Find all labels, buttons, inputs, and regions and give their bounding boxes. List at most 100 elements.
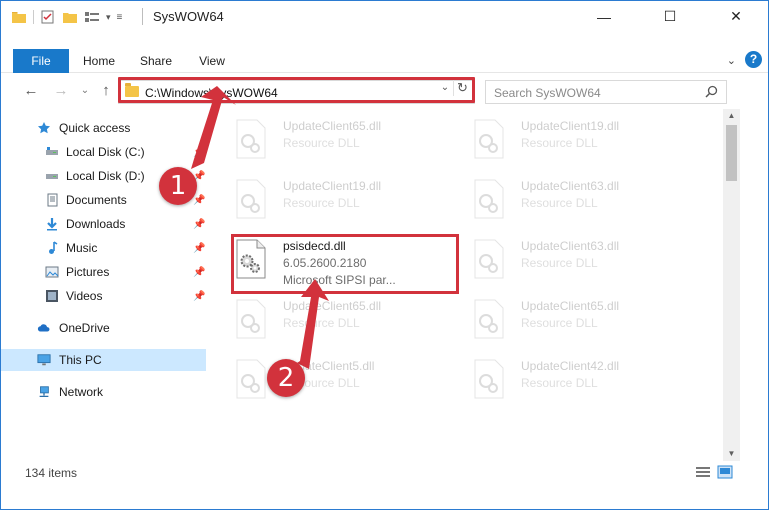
search-box[interactable]: Search SysWOW64 xyxy=(485,80,727,104)
file-name: UpdateClient63.dll xyxy=(521,179,620,193)
computer-icon xyxy=(37,354,51,366)
star-icon xyxy=(38,122,50,134)
sidebar-item-music[interactable]: Music 📌 xyxy=(1,237,206,259)
recent-locations-button[interactable]: ⌄ xyxy=(75,81,95,101)
sidebar-item-label: Local Disk (D:) xyxy=(66,169,145,183)
explorer-window: ▾ ≡ SysWOW64 — ☐ ✕ File Home Share View … xyxy=(0,0,769,510)
back-button[interactable]: ← xyxy=(21,81,41,101)
sidebar-item-quick-access[interactable]: Quick access xyxy=(1,117,206,139)
forward-button[interactable]: → xyxy=(51,81,71,101)
file-name: UpdateClient65.dll xyxy=(283,299,382,313)
sidebar-item-pictures[interactable]: Pictures 📌 xyxy=(1,261,206,283)
sidebar-item-videos[interactable]: Videos 📌 xyxy=(1,285,206,307)
address-path[interactable]: C:\Windows\SysWOW64 xyxy=(145,86,278,100)
file-type: Resource DLL xyxy=(521,196,598,210)
sidebar-item-label: This PC xyxy=(59,353,102,367)
pin-icon[interactable]: 📌 xyxy=(193,195,205,206)
qa-dropdown-icon[interactable]: ≡ xyxy=(117,12,123,23)
status-bar: 134 items xyxy=(1,461,768,485)
details-view-icon[interactable] xyxy=(695,465,711,479)
new-folder-icon[interactable] xyxy=(62,9,78,25)
dll-file-icon xyxy=(236,359,266,399)
window-title: SysWOW64 xyxy=(153,9,224,24)
file-tile[interactable]: UpdateClient42.dll Resource DLL xyxy=(451,351,681,409)
pin-icon[interactable]: 📌 xyxy=(193,291,205,302)
sidebar-item-label: Network xyxy=(59,385,104,399)
help-button[interactable]: ? xyxy=(745,51,762,68)
sidebar-item-this-pc[interactable]: This PC xyxy=(1,349,206,371)
sidebar-item-label: Documents xyxy=(66,193,127,207)
sidebar-item-label: Pictures xyxy=(66,265,110,279)
file-description: Microsoft SIPSI par... xyxy=(283,273,396,287)
file-tile[interactable]: UpdateClient65.dll Resource DLL xyxy=(213,111,443,169)
properties-icon[interactable] xyxy=(40,9,56,25)
sidebar-item-label: Downloads xyxy=(66,217,126,231)
refresh-icon[interactable]: ↻ xyxy=(453,80,471,96)
sidebar-item-downloads[interactable]: Downloads 📌 xyxy=(1,213,206,235)
pin-icon[interactable]: 📌 xyxy=(193,219,205,230)
file-tile[interactable]: UpdateClient5.dll Resource DLL xyxy=(213,351,443,409)
file-type: Resource DLL xyxy=(521,376,598,390)
file-tile[interactable]: UpdateClient65.dll Resource DLL xyxy=(213,291,443,349)
drive-icon xyxy=(46,147,58,155)
file-name: UpdateClient19.dll xyxy=(521,119,620,133)
tab-file[interactable]: File xyxy=(13,49,69,73)
music-icon xyxy=(49,241,58,254)
dll-file-icon xyxy=(236,179,266,219)
sidebar-item-local-disk-c[interactable]: Local Disk (C:) 📌 xyxy=(1,141,206,163)
dll-file-icon xyxy=(236,239,266,279)
minimize-button[interactable]: — xyxy=(581,1,627,32)
file-name: UpdateClient19.dll xyxy=(283,179,382,193)
folder-icon[interactable] xyxy=(11,9,27,25)
file-tile[interactable]: UpdateClient19.dll Resource DLL xyxy=(213,171,443,229)
title-separator xyxy=(142,8,143,25)
file-tile-psisdecd[interactable]: psisdecd.dll 6.05.2600.2180 Microsoft SI… xyxy=(213,231,443,289)
pin-icon[interactable]: 📌 xyxy=(193,243,205,254)
sidebar-item-label: Videos xyxy=(66,289,103,303)
documents-icon xyxy=(47,193,58,207)
search-icon[interactable] xyxy=(705,85,718,98)
tab-share[interactable]: Share xyxy=(135,49,177,73)
search-placeholder[interactable]: Search SysWOW64 xyxy=(494,86,601,100)
file-type: Resource DLL xyxy=(521,136,598,150)
callout-badge-1: 1 xyxy=(159,167,197,205)
sidebar-item-network[interactable]: Network xyxy=(1,381,206,403)
vertical-scrollbar[interactable]: ▲ ▼ xyxy=(723,109,740,461)
file-name: psisdecd.dll xyxy=(283,239,346,253)
large-icons-view-icon[interactable] xyxy=(717,465,733,479)
sidebar-item-label: Local Disk (C:) xyxy=(66,145,145,159)
customize-toolbar-icon[interactable] xyxy=(84,9,100,25)
file-type: Resource DLL xyxy=(521,256,598,270)
address-bar[interactable]: C:\Windows\SysWOW64 xyxy=(118,80,475,104)
sidebar-item-label: Quick access xyxy=(59,121,131,135)
cloud-icon xyxy=(37,324,50,332)
file-type: Resource DLL xyxy=(283,316,360,330)
up-button[interactable]: ↑ xyxy=(96,81,116,101)
drive-icon xyxy=(46,174,58,179)
file-tile[interactable]: UpdateClient63.dll Resource DLL xyxy=(451,231,681,289)
address-dropdown-icon[interactable]: ⌄ xyxy=(437,80,453,96)
file-list: UpdateClient65.dll Resource DLL UpdateCl… xyxy=(213,111,723,457)
pin-icon[interactable]: 📌 xyxy=(193,147,205,158)
file-tile[interactable]: UpdateClient19.dll Resource DLL xyxy=(451,111,681,169)
tab-home[interactable]: Home xyxy=(77,49,121,73)
chevron-down-icon[interactable]: ▾ xyxy=(106,12,111,23)
sidebar-item-label: OneDrive xyxy=(59,321,110,335)
scroll-up-icon[interactable]: ▲ xyxy=(723,109,740,123)
file-tile[interactable]: UpdateClient63.dll Resource DLL xyxy=(451,171,681,229)
close-button[interactable]: ✕ xyxy=(713,1,759,32)
quick-access-toolbar: ▾ ≡ xyxy=(11,9,122,25)
dll-file-icon xyxy=(236,119,266,159)
network-icon xyxy=(39,386,49,398)
folder-icon xyxy=(125,83,139,97)
dll-file-icon xyxy=(474,359,504,399)
tab-view[interactable]: View xyxy=(191,49,233,73)
scroll-down-icon[interactable]: ▼ xyxy=(723,447,740,461)
sidebar-item-onedrive[interactable]: OneDrive xyxy=(1,317,206,339)
maximize-button[interactable]: ☐ xyxy=(647,1,693,32)
pin-icon[interactable]: 📌 xyxy=(193,267,205,278)
scroll-thumb[interactable] xyxy=(726,125,737,181)
expand-ribbon-icon[interactable]: ⌄ xyxy=(727,54,736,67)
file-tile[interactable]: UpdateClient65.dll Resource DLL xyxy=(451,291,681,349)
file-type: Resource DLL xyxy=(283,136,360,150)
